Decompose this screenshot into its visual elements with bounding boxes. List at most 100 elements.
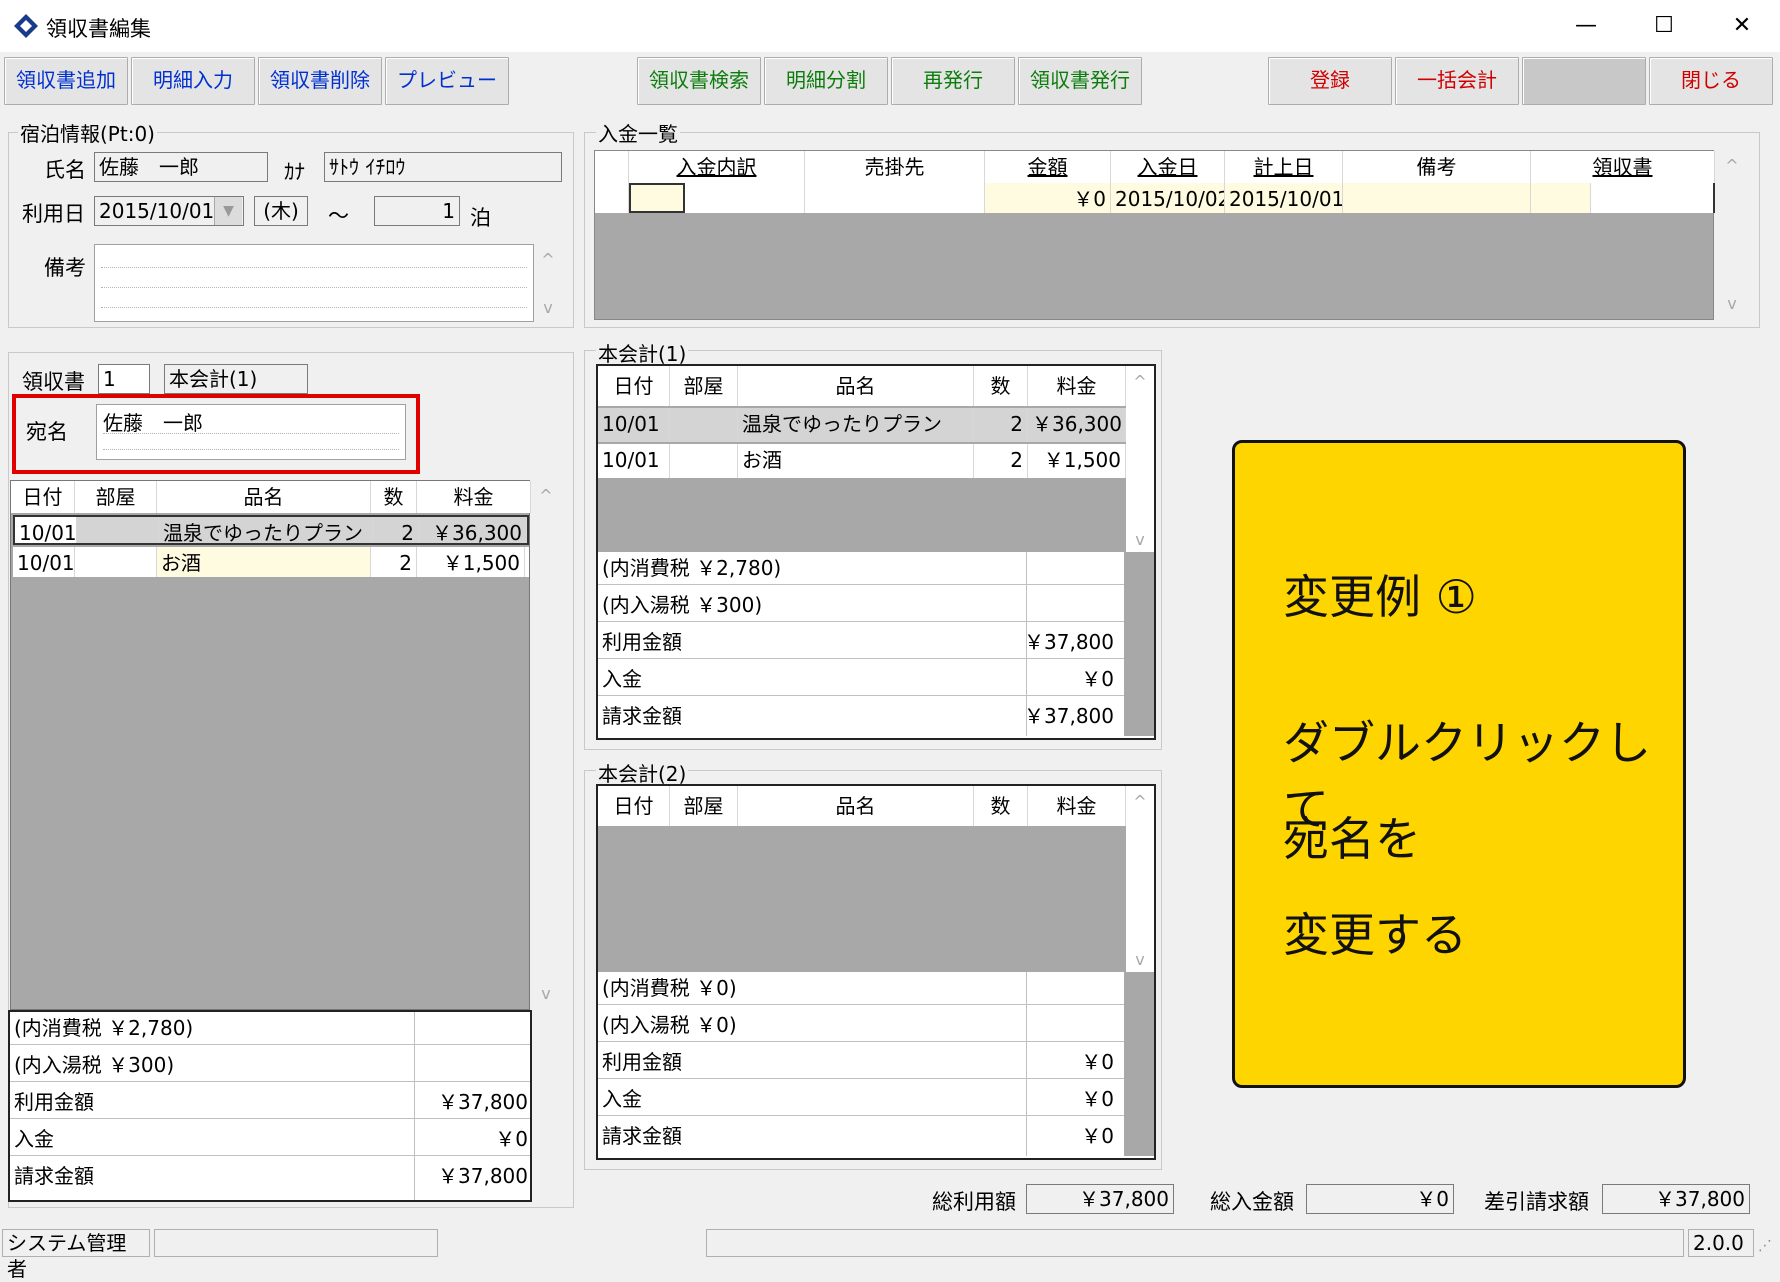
row-item: 温泉でゆったりプラン: [738, 408, 974, 442]
row-select[interactable]: [595, 183, 629, 213]
resize-grip-icon[interactable]: ⋰: [1758, 1238, 1772, 1254]
row-receipt-extra: [1591, 183, 1715, 213]
payment-label: 入金: [14, 1127, 54, 1151]
header-payment-type[interactable]: 入金内訳: [629, 151, 805, 183]
summary-divider: [414, 1012, 415, 1200]
add-receipt-button[interactable]: 領収書追加: [4, 57, 128, 105]
minimize-button[interactable]: —: [1547, 0, 1625, 52]
scrollbar[interactable]: ^ v: [1126, 786, 1154, 976]
search-receipt-button[interactable]: 領収書検索: [637, 57, 761, 105]
header-receipt[interactable]: 領収書: [1531, 151, 1715, 183]
scroll-up-icon[interactable]: ^: [1130, 372, 1150, 391]
guest-name-field[interactable]: 佐藤 一郎: [94, 152, 268, 182]
scroll-up-icon[interactable]: ^: [538, 250, 558, 269]
account1-grid: 日付 部屋 品名 数 料金 10/01 温泉でゆったりプラン 2 ￥36,300…: [596, 364, 1156, 556]
preview-button[interactable]: プレビュー: [385, 57, 509, 105]
row-date: 10/01: [598, 408, 670, 442]
usage-amount-label: 利用金額: [602, 1050, 682, 1074]
row-payment-type-input[interactable]: [629, 183, 685, 213]
payment-label: 入金: [602, 1087, 642, 1111]
scroll-up-icon[interactable]: ^: [536, 486, 556, 505]
scroll-down-icon[interactable]: v: [538, 298, 558, 317]
receipt-number-field[interactable]: 1: [98, 364, 150, 394]
kana-field[interactable]: ｻﾄｳ ｲﾁﾛｳ: [324, 152, 562, 182]
usage-amount-value: ￥37,800: [1024, 630, 1114, 654]
table-row[interactable]: 10/01 温泉でゆったりプラン 2 ￥36,300: [598, 408, 1126, 442]
detail-input-button[interactable]: 明細入力: [131, 57, 255, 105]
addressee-field[interactable]: 佐藤 一郎: [96, 404, 406, 460]
chevron-down-icon[interactable]: ▼: [214, 197, 242, 225]
header-qty: 数: [974, 786, 1028, 826]
scroll-up-icon[interactable]: ^: [1130, 792, 1150, 811]
header-item: 品名: [738, 786, 974, 826]
note-line-4: 変更する: [1283, 908, 1467, 962]
nights-field[interactable]: 1: [374, 196, 460, 226]
scroll-down-icon[interactable]: v: [1722, 294, 1742, 313]
close-window-button[interactable]: ✕: [1703, 0, 1780, 52]
maximize-button[interactable]: ☐: [1625, 0, 1703, 52]
delete-receipt-button[interactable]: 領収書削除: [258, 57, 382, 105]
table-row[interactable]: 10/01 温泉でゆったりプラン 2 ￥36,300: [13, 515, 529, 545]
close-button[interactable]: 閉じる: [1649, 57, 1773, 105]
row-post-date: 2015/10/01: [1225, 183, 1343, 213]
bath-tax-label: (内入湯税 ￥300): [14, 1053, 175, 1077]
note-line-1: 変更例 ①: [1283, 570, 1477, 624]
header-price: 料金: [1028, 366, 1126, 406]
bath-tax-label: (内入湯税 ￥300): [602, 593, 763, 617]
row-item: お酒: [157, 547, 371, 577]
scroll-down-icon[interactable]: v: [1130, 530, 1150, 549]
table-row[interactable]: ￥0 2015/10/02 2015/10/01: [595, 183, 1715, 213]
scroll-up-icon[interactable]: ^: [1722, 156, 1742, 175]
status-pane-3: [706, 1229, 1684, 1257]
row-payment-type: [685, 183, 805, 213]
scrollbar[interactable]: ^ v: [1126, 366, 1154, 556]
bulk-checkout-button[interactable]: 一括会計: [1395, 57, 1519, 105]
header-amount[interactable]: 金額: [985, 151, 1111, 183]
status-version: 2.0.0: [1688, 1229, 1754, 1257]
row-item: 温泉でゆったりプラン: [159, 517, 373, 543]
row-qty: 2: [371, 547, 417, 577]
nights-unit-label: 泊: [470, 206, 491, 230]
header-select: [595, 151, 629, 183]
billing-amount-value: ￥0: [1081, 1124, 1114, 1148]
annotation-note: 変更例 ① ダブルクリックして 宛名を 変更する: [1232, 440, 1686, 1088]
total-paid-label: 総入金額: [1210, 1190, 1294, 1214]
billing-amount-label: 請求金額: [602, 704, 682, 728]
summary-divider: [1026, 552, 1027, 736]
account2-label: 本会計(2): [596, 758, 689, 787]
balance-label: 差引請求額: [1484, 1190, 1589, 1214]
grid-header: 日付 部屋 品名 数 料金: [598, 366, 1126, 406]
usage-amount-value: ￥37,800: [438, 1090, 528, 1114]
payment-value: ￥0: [1081, 667, 1114, 691]
total-paid-field: ￥0: [1306, 1184, 1454, 1214]
header-room: 部屋: [75, 481, 157, 513]
row-price: ￥36,300: [419, 517, 527, 543]
scroll-down-icon[interactable]: v: [1130, 950, 1150, 969]
kana-label: ｶﾅ: [284, 160, 305, 184]
header-qty: 数: [974, 366, 1028, 406]
grid-header: 日付 部屋 品名 数 料金: [11, 481, 531, 513]
reissue-button[interactable]: 再発行: [891, 57, 1015, 105]
header-memo: 備考: [1343, 151, 1531, 183]
table-row[interactable]: 10/01 お酒 2 ￥1,500: [598, 444, 1126, 478]
register-button[interactable]: 登録: [1268, 57, 1392, 105]
account2-summary: (内消費税 ￥0) (内入湯税 ￥0) 利用金額 ￥0 入金 ￥0 請求金額 ￥0: [596, 972, 1156, 1160]
lodging-info-label: 宿泊情報(Pt:0): [18, 118, 157, 147]
summary-scroll-area: [1124, 552, 1154, 736]
payments-label: 入金一覧: [596, 118, 680, 147]
billing-amount-label: 請求金額: [602, 1124, 682, 1148]
status-pane-2: [154, 1229, 438, 1257]
table-row[interactable]: 10/01 お酒 2 ￥1,500: [13, 547, 529, 577]
header-paid-date[interactable]: 入金日: [1111, 151, 1225, 183]
row-price: ￥1,500: [417, 547, 525, 577]
balance-field: ￥37,800: [1602, 1184, 1750, 1214]
issue-receipt-button[interactable]: 領収書発行: [1018, 57, 1142, 105]
payment-value: ￥0: [1081, 1087, 1114, 1111]
row-qty: 2: [974, 408, 1028, 442]
scroll-down-icon[interactable]: v: [536, 984, 556, 1003]
split-detail-button[interactable]: 明細分割: [764, 57, 888, 105]
header-post-date[interactable]: 計上日: [1225, 151, 1343, 183]
bath-tax-label: (内入湯税 ￥0): [602, 1013, 737, 1037]
blank-button: [1522, 57, 1646, 105]
memo-field[interactable]: [94, 244, 534, 322]
